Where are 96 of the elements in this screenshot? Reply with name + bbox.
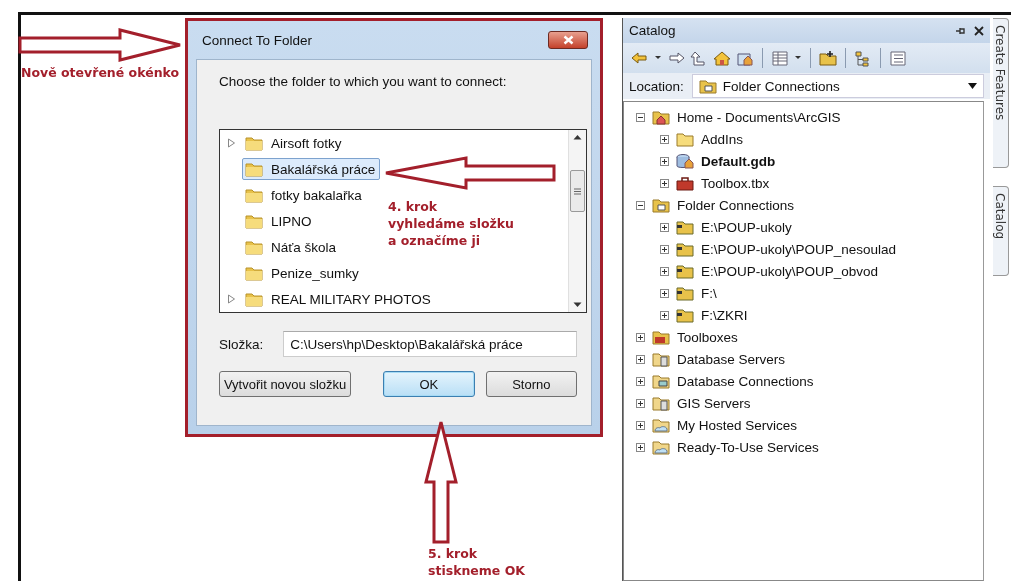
expand-icon[interactable] xyxy=(660,178,669,188)
side-tab[interactable]: Create Features xyxy=(993,18,1009,168)
side-tab[interactable]: Catalog xyxy=(993,186,1009,276)
tree-item[interactable]: E:\POUP-ukoly\POUP_nesoulad xyxy=(701,241,897,257)
folder-icon xyxy=(698,78,717,94)
folder-icon xyxy=(245,291,263,307)
add-folder-icon[interactable] xyxy=(819,49,837,67)
tree-item[interactable]: Folder Connections xyxy=(677,197,795,213)
folder-icon xyxy=(245,187,263,203)
tree-item[interactable]: Toolbox.tbx xyxy=(701,175,770,191)
folder-path-field[interactable]: C:\Users\hp\Desktop\Bakalářská práce xyxy=(283,331,577,357)
tree-view-icon[interactable] xyxy=(854,49,872,67)
folder-icon xyxy=(652,197,670,213)
dialog-button[interactable]: Storno xyxy=(485,371,577,397)
folder-icon xyxy=(245,239,263,255)
tree-item[interactable]: Database Servers xyxy=(677,351,786,367)
tree-item[interactable]: E:\POUP-ukoly\POUP_obvod xyxy=(701,263,879,279)
folder-icon xyxy=(245,135,263,151)
server-folder-icon xyxy=(652,351,670,367)
expand-icon[interactable] xyxy=(636,442,645,452)
forward-arrow-icon[interactable] xyxy=(667,49,685,67)
cloud-folder-icon xyxy=(652,417,670,433)
toolbox-icon xyxy=(676,175,694,191)
folder-icon xyxy=(676,219,694,235)
folder-icon xyxy=(245,265,263,281)
expand-icon[interactable] xyxy=(660,244,669,254)
caret-icon xyxy=(968,83,977,89)
expand-icon[interactable] xyxy=(636,420,645,430)
tree-item[interactable]: E:\POUP-ukoly xyxy=(701,219,792,235)
folder-item[interactable]: LIPNO xyxy=(242,210,317,232)
tree-item[interactable]: Toolboxes xyxy=(677,329,738,345)
tree-item[interactable]: Ready-To-Use Services xyxy=(677,439,819,455)
tree-item[interactable]: GIS Servers xyxy=(677,395,751,411)
tree-item[interactable]: AddIns xyxy=(701,131,744,147)
scroll-down-icon[interactable] xyxy=(573,302,582,308)
tree-item[interactable]: F:\ZKRI xyxy=(701,307,748,323)
panel-title: Catalog xyxy=(629,23,676,38)
expand-icon[interactable] xyxy=(660,310,669,320)
close-button[interactable] xyxy=(548,31,588,49)
folder-label: Složka: xyxy=(219,336,264,352)
folder-item[interactable]: Bakalářská práce xyxy=(242,158,381,180)
close-icon xyxy=(562,35,574,45)
dialog-button[interactable]: OK xyxy=(383,371,475,397)
monitor-folder-icon xyxy=(652,373,670,389)
tree-item[interactable]: Home - Documents\ArcGIS xyxy=(677,109,841,125)
dialog-button[interactable]: Vytvořit novou složku xyxy=(219,371,352,397)
prompt-text: Choose the folder to which you want to connect: xyxy=(219,74,508,89)
close-icon[interactable] xyxy=(974,25,984,36)
expand-icon[interactable] xyxy=(636,332,645,342)
list-icon[interactable] xyxy=(889,49,907,67)
tree-item[interactable]: My Hosted Services xyxy=(677,417,798,433)
expand-icon[interactable] xyxy=(660,222,669,232)
folder-item[interactable]: REAL MILITARY PHOTOS xyxy=(242,288,436,310)
house-folder-icon xyxy=(652,109,670,125)
tree-item[interactable]: Database Connections xyxy=(677,373,814,389)
cloud-folder-icon xyxy=(652,439,670,455)
server-folder-icon xyxy=(652,395,670,411)
location-dropdown[interactable]: Folder Connections xyxy=(691,74,984,98)
folder-item[interactable]: Náťa škola xyxy=(242,236,342,258)
expand-icon[interactable] xyxy=(660,266,669,276)
folder-item[interactable]: Penize_sumky xyxy=(242,262,364,284)
expand-icon[interactable] xyxy=(660,134,669,144)
scrollbar-thumb[interactable] xyxy=(570,170,585,212)
grid-view-icon[interactable] xyxy=(771,49,789,67)
collapse-icon[interactable] xyxy=(636,200,645,210)
folder-icon xyxy=(676,285,694,301)
window-title: Connect To Folder xyxy=(202,32,313,48)
folder-icon xyxy=(676,263,694,279)
expand-arrow-icon[interactable] xyxy=(226,138,236,148)
expand-icon[interactable] xyxy=(660,156,669,166)
folder-icon xyxy=(676,307,694,323)
folder-item[interactable]: Airsoft fotky xyxy=(242,132,347,154)
tree-item[interactable]: F:\ xyxy=(701,285,717,301)
folder-icon xyxy=(245,161,263,177)
home-icon[interactable] xyxy=(713,49,731,67)
folder-icon xyxy=(676,131,694,147)
collapse-icon[interactable] xyxy=(636,112,645,122)
tree-item[interactable]: Default.gdb xyxy=(701,153,776,169)
scroll-up-icon[interactable] xyxy=(573,134,582,140)
expand-icon[interactable] xyxy=(636,398,645,408)
annotation-text: Nově otevřené okénko xyxy=(21,64,181,81)
expand-icon[interactable] xyxy=(660,288,669,298)
folder-icon xyxy=(676,241,694,257)
toolbox-icon xyxy=(652,329,670,345)
pin-icon[interactable] xyxy=(955,25,966,36)
location-label: Location: xyxy=(629,78,684,94)
folder-icon xyxy=(245,213,263,229)
database-icon xyxy=(676,153,694,169)
annotation-text: 5. krok stiskneme OK xyxy=(428,545,525,579)
folder-item[interactable]: fotky bakalařka xyxy=(242,184,367,206)
grip-icon xyxy=(574,187,581,195)
expand-arrow-icon[interactable] xyxy=(226,294,236,304)
annotation-text: 4. krok vyhledáme složku a označíme ji xyxy=(388,198,514,249)
back-arrow-icon[interactable] xyxy=(631,49,649,67)
expand-icon[interactable] xyxy=(636,354,645,364)
expand-icon[interactable] xyxy=(636,376,645,386)
